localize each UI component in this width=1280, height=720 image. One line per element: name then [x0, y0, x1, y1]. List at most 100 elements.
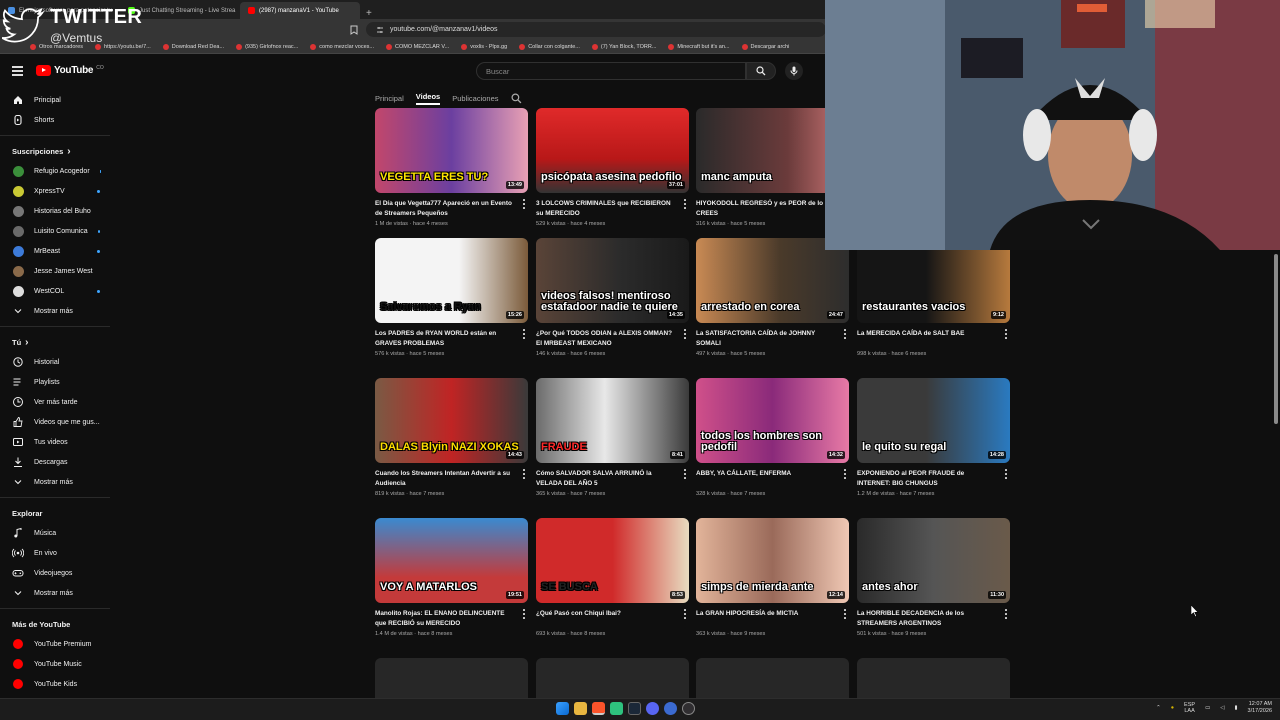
sidebar-item-explore[interactable]: En vivo	[0, 543, 118, 563]
more-options-icon[interactable]	[682, 469, 688, 479]
sidebar-item-youtube-app[interactable]: YouTube Music	[0, 654, 118, 674]
bookmark-item[interactable]: como mezclar voces...	[310, 43, 374, 50]
region-label[interactable]: LAA	[1184, 708, 1195, 715]
app-icon[interactable]	[664, 702, 677, 715]
steam-icon[interactable]	[628, 702, 641, 715]
video-title[interactable]: El Día que Vegetta777 Apareció en un Eve…	[375, 199, 528, 219]
subscription-item[interactable]: Refugio Acogedor	[0, 161, 118, 181]
video-title[interactable]: Cuando los Streamers Intentan Advertir a…	[375, 469, 528, 489]
video-title[interactable]: Cómo SALVADOR SALVA ARRUINÓ la VELADA DE…	[536, 469, 689, 489]
sidebar-item-you[interactable]: Descargas	[0, 452, 118, 472]
video-title[interactable]: La SATISFACTORIA CAÍDA de JOHNNY SOMALI	[696, 329, 849, 349]
bookmark-item[interactable]: (935) Girlofnox reac...	[236, 43, 298, 50]
network-icon[interactable]: ▭	[1205, 705, 1210, 711]
more-options-icon[interactable]	[842, 609, 848, 619]
volume-icon[interactable]: ◁	[1220, 705, 1224, 711]
sidebar-item-shorts[interactable]: Shorts	[0, 110, 118, 130]
more-options-icon[interactable]	[521, 329, 527, 339]
browser-tab[interactable]: (2987) manzanaV1 - YouTube	[240, 2, 360, 19]
video-thumbnail[interactable]: FRAUDE 8:41	[536, 378, 689, 463]
show-more-subscriptions[interactable]: Mostrar más	[0, 301, 118, 321]
explore-header[interactable]: Explorar	[0, 503, 118, 523]
video-thumbnail[interactable]: le quito su regal 14:28	[857, 378, 1010, 463]
bookmark-item[interactable]: Download Red Dea...	[162, 43, 224, 50]
more-options-icon[interactable]	[682, 329, 688, 339]
video-card[interactable]: SE BUSCA 8:53 ¿Qué Pasó con Chiqui Ibai? 69…	[536, 518, 689, 637]
more-options-icon[interactable]	[842, 469, 848, 479]
sidebar-item-you[interactable]: Tus videos	[0, 432, 118, 452]
video-title[interactable]: Los PADRES de RYAN WORLD están en GRAVES…	[375, 329, 528, 349]
video-title[interactable]: ¿Qué Pasó con Chiqui Ibai?	[536, 609, 689, 629]
video-card[interactable]: antes ahor 11:30 La HORRIBLE DECADENCIA de…	[857, 518, 1010, 637]
video-thumbnail[interactable]: restaurantes vacios 9:12	[857, 238, 1010, 323]
youtube-logo[interactable]: YouTube CO	[36, 65, 104, 76]
clock-time[interactable]: 12:07 AM	[1248, 701, 1272, 708]
more-options-icon[interactable]	[1003, 609, 1009, 619]
more-options-icon[interactable]	[842, 329, 848, 339]
menu-icon[interactable]	[12, 66, 23, 78]
video-title[interactable]: ABBY, YA CÁLLATE, ENFERMA	[696, 469, 849, 489]
video-card[interactable]: FRAUDE 8:41 Cómo SALVADOR SALVA ARRUINÓ la…	[536, 378, 689, 497]
more-options-icon[interactable]	[1003, 469, 1009, 479]
video-thumbnail[interactable]: VEGETTA ERES TU? 13:49	[375, 108, 528, 193]
video-title[interactable]: EXPONIENDO al PEOR FRAUDE de INTERNET: B…	[857, 469, 1010, 489]
more-options-icon[interactable]	[521, 199, 527, 209]
video-thumbnail[interactable]: Salvaremos a Ryan 15:26	[375, 238, 528, 323]
streaming-app-icon[interactable]	[610, 702, 623, 715]
video-card[interactable]: arrestado en corea 24:47 La SATISFACTORIA …	[696, 238, 849, 357]
brave-browser-icon[interactable]	[592, 702, 605, 715]
start-icon[interactable]	[556, 702, 569, 715]
sidebar-item-you[interactable]: Historial	[0, 352, 118, 372]
more-options-icon[interactable]	[521, 609, 527, 619]
page-scrollbar[interactable]	[1272, 250, 1280, 698]
video-card[interactable]: todos los hombres son pedofil 14:32 ABBY, …	[696, 378, 849, 497]
video-card[interactable]: psicópata asesina pedofilo 37:01 3 LOLCOWS…	[536, 108, 689, 227]
video-thumbnail[interactable]: videos falsos! mentiroso estafadoor nadi…	[536, 238, 689, 323]
sidebar-item-explore[interactable]: Videojuegos	[0, 563, 118, 583]
more-options-icon[interactable]	[1003, 329, 1009, 339]
video-card[interactable]: DALAS Blyin NAZI XOKAS 14:43 Cuando los St…	[375, 378, 528, 497]
subscription-item[interactable]: Historias del Buho	[0, 201, 118, 221]
more-options-icon[interactable]	[682, 609, 688, 619]
sidebar-item-explore[interactable]: Música	[0, 523, 118, 543]
sidebar-item-you[interactable]: Ver más tarde	[0, 392, 118, 412]
show-more-you[interactable]: Mostrar más	[0, 472, 118, 492]
battery-icon[interactable]: ▮	[1235, 705, 1238, 711]
video-card[interactable]: simps de mierda ante 12:14 La GRAN HIPOCRE…	[696, 518, 849, 637]
subscription-item[interactable]: Luisito Comunica	[0, 221, 118, 241]
video-thumbnail[interactable]: todos los hombres son pedofil 14:32	[696, 378, 849, 463]
sidebar-item-you[interactable]: Playlists	[0, 372, 118, 392]
you-header[interactable]: Tú ›	[0, 332, 118, 352]
mic-tray-icon[interactable]: ●	[1171, 705, 1174, 711]
video-card[interactable]: VOY A MATARLOS 19:51 Manolito Rojas: EL EN…	[375, 518, 528, 637]
more-youtube-header[interactable]: Más de YouTube	[0, 614, 118, 634]
subscription-item[interactable]: MrBeast	[0, 241, 118, 261]
video-title[interactable]: La MERECIDA CAÍDA de SALT BAE	[857, 329, 1010, 349]
video-thumbnail[interactable]: VOY A MATARLOS 19:51	[375, 518, 528, 603]
video-card[interactable]: VEGETTA ERES TU? 13:49 El Día que Vegetta7…	[375, 108, 528, 227]
sidebar-item-youtube-app[interactable]: YouTube Kids	[0, 674, 118, 694]
video-card[interactable]: le quito su regal 14:28 EXPONIENDO al PEOR…	[857, 378, 1010, 497]
video-thumbnail[interactable]: SE BUSCA 8:53	[536, 518, 689, 603]
file-explorer-icon[interactable]	[574, 702, 587, 715]
discord-icon[interactable]	[646, 702, 659, 715]
subscription-item[interactable]: WestCOL	[0, 281, 118, 301]
video-title[interactable]: La HORRIBLE DECADENCIA de los STREAMERS …	[857, 609, 1010, 629]
video-title[interactable]: 3 LOLCOWS CRIMINALES que RECIBIERON su M…	[536, 199, 689, 219]
clock-date[interactable]: 3/17/2026	[1248, 708, 1272, 715]
show-more-explore[interactable]: Mostrar más	[0, 583, 118, 603]
scrollbar-thumb[interactable]	[1274, 254, 1278, 424]
video-thumbnail[interactable]: arrestado en corea 24:47	[696, 238, 849, 323]
video-card[interactable]: restaurantes vacios 9:12 La MERECIDA CAÍDA…	[857, 238, 1010, 357]
sidebar-item-principal[interactable]: Principal	[0, 90, 118, 110]
chevron-up-icon[interactable]: ⌃	[1156, 705, 1161, 711]
video-card[interactable]: Salvaremos a Ryan 15:26 Los PADRES de RYAN…	[375, 238, 528, 357]
subscription-item[interactable]: Jesse James West	[0, 261, 118, 281]
language-label[interactable]: ESP	[1184, 702, 1195, 709]
video-thumbnail[interactable]: psicópata asesina pedofilo 37:01	[536, 108, 689, 193]
bookmark-icon[interactable]	[350, 25, 358, 35]
obs-icon[interactable]	[682, 702, 695, 715]
video-thumbnail[interactable]: simps de mierda ante 12:14	[696, 518, 849, 603]
video-title[interactable]: La GRAN HIPOCRESÍA de MICTIA	[696, 609, 849, 629]
video-thumbnail[interactable]: DALAS Blyin NAZI XOKAS 14:43	[375, 378, 528, 463]
